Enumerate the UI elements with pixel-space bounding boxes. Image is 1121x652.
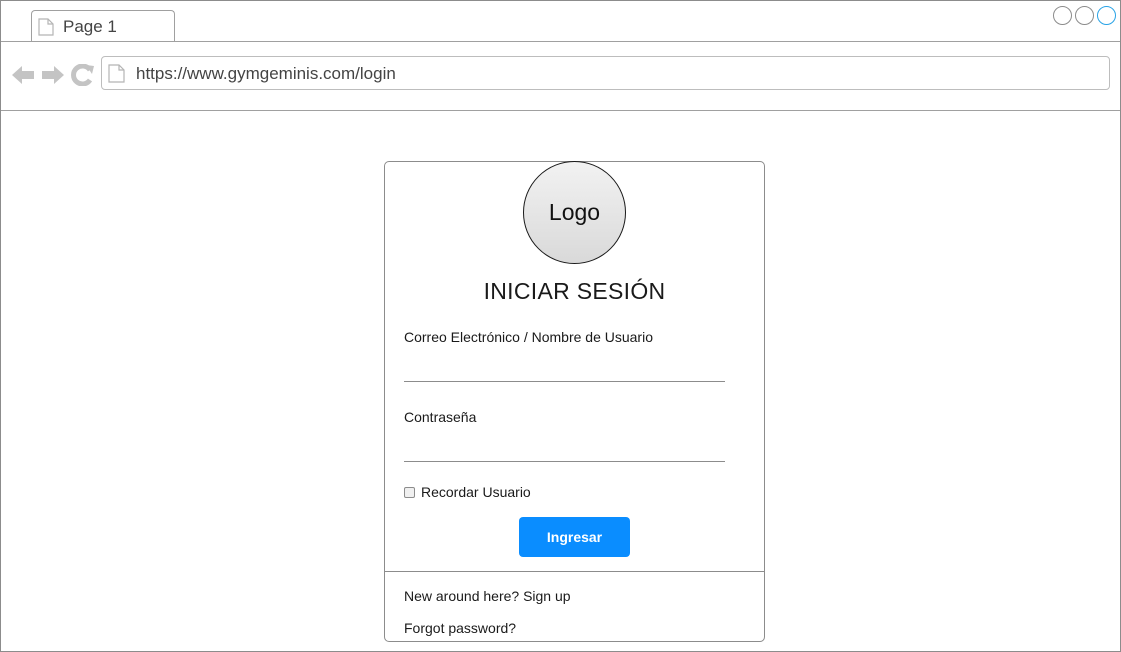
remember-label: Recordar Usuario [421,484,531,500]
minimize-button[interactable] [1053,6,1072,25]
url-field[interactable]: https://www.gymgeminis.com/login [101,56,1110,90]
maximize-button[interactable] [1075,6,1094,25]
tab-label: Page 1 [63,17,117,36]
username-input[interactable] [404,353,725,382]
tab-strip: Page 1 [1,1,1120,42]
password-input[interactable] [404,433,725,462]
login-card: Logo INICIAR SESIÓN Correo Electrónico /… [384,161,765,642]
forward-arrow-icon[interactable] [41,64,65,91]
browser-window: Page 1 https://www.gymgeminis.com/login … [0,0,1121,652]
password-label: Contraseña [404,409,477,425]
signup-link[interactable]: New around here? Sign up [404,588,571,604]
page-title: INICIAR SESIÓN [483,278,666,304]
window-controls [1050,6,1116,28]
browser-tab[interactable]: Page 1 [31,10,175,41]
logo-placeholder: Logo [523,161,626,264]
forgot-password-link[interactable]: Forgot password? [404,620,516,636]
remember-checkbox[interactable] [404,486,415,498]
username-label: Correo Electrónico / Nombre de Usuario [404,329,653,345]
document-icon [108,64,125,88]
submit-button[interactable]: Ingresar [519,517,630,557]
back-arrow-icon[interactable] [11,64,35,91]
reload-icon[interactable] [71,63,95,91]
card-divider [385,571,764,572]
remember-row: Recordar Usuario [404,483,531,501]
url-text: https://www.gymgeminis.com/login [136,64,396,83]
address-bar-row: https://www.gymgeminis.com/login [1,42,1120,111]
close-button[interactable] [1097,6,1116,25]
document-icon [38,18,54,41]
